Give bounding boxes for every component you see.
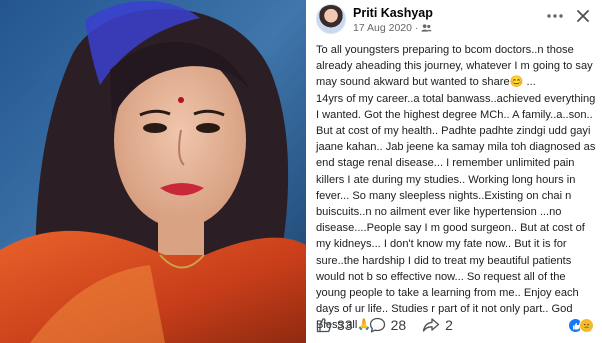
post-header: Priti Kashyap 17 Aug 2020 · xyxy=(306,0,602,40)
like-count: 33 xyxy=(337,317,353,333)
share-count: 2 xyxy=(445,317,453,333)
post-actions-bar: 33 28 2 xyxy=(306,310,602,340)
facebook-post-card: Priti Kashyap 17 Aug 2020 · To all young… xyxy=(306,0,602,343)
share-button[interactable]: 2 xyxy=(422,317,453,333)
post-meta: 17 Aug 2020 · xyxy=(353,22,432,34)
sad-reaction-icon xyxy=(579,318,594,333)
thumbs-up-icon xyxy=(316,318,332,333)
comment-count: 28 xyxy=(390,317,407,333)
share-icon xyxy=(423,318,440,332)
close-icon xyxy=(577,10,589,22)
post-date[interactable]: 17 Aug 2020 xyxy=(353,22,412,34)
more-horizontal-icon xyxy=(547,14,563,18)
reaction-summary[interactable] xyxy=(568,318,598,334)
close-button[interactable] xyxy=(572,5,594,27)
person-portrait-image xyxy=(0,0,306,343)
comment-button[interactable]: 28 xyxy=(369,317,407,333)
more-options-button[interactable] xyxy=(544,5,566,27)
meta-separator: · xyxy=(414,22,419,34)
like-button[interactable]: 33 xyxy=(316,317,353,333)
author-name[interactable]: Priti Kashyap xyxy=(353,6,433,20)
author-avatar[interactable] xyxy=(316,4,346,34)
profile-photo xyxy=(0,0,306,343)
friends-icon xyxy=(421,23,432,33)
comment-icon xyxy=(369,317,385,333)
post-body-text: To all youngsters preparing to bcom doct… xyxy=(316,44,596,332)
